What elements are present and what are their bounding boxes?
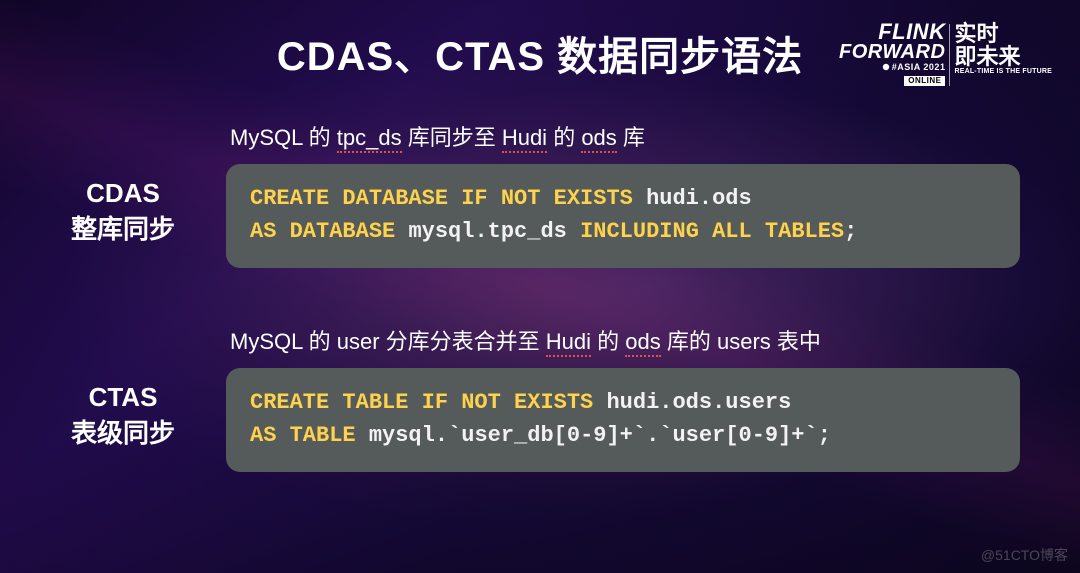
- code-punct: ;: [818, 423, 831, 448]
- main-ctas: MySQL 的 user 分库分表合并至 Hudi 的 ods 库的 users…: [226, 324, 1020, 472]
- code-keyword: AS TABLE: [250, 423, 356, 448]
- code-keyword: AS DATABASE: [250, 219, 395, 244]
- label-ctas: CTAS 表级同步: [48, 379, 198, 452]
- highlighted-term: tpc_ds: [337, 125, 402, 153]
- main-cdas: MySQL 的 tpc_ds 库同步至 Hudi 的 ods 库 CREATE …: [226, 120, 1020, 268]
- codebox-cdas: CREATE DATABASE IF NOT EXISTS hudi.ods A…: [226, 164, 1020, 268]
- code-identifier: [356, 423, 369, 448]
- logo-subtitle: REAL-TIME IS THE FUTURE: [954, 68, 1052, 75]
- logo-online-badge: ONLINE: [904, 76, 945, 86]
- code-identifier: [567, 219, 580, 244]
- label-cdas: CDAS 整库同步: [48, 175, 198, 248]
- logo-left: FLINK FORWARD #ASIA 2021 ONLINE: [839, 22, 945, 87]
- code-identifier: hudi.ods.users: [606, 390, 791, 415]
- code-identifier: [395, 219, 408, 244]
- content-area: CDAS 整库同步 MySQL 的 tpc_ds 库同步至 Hudi 的 ods…: [0, 120, 1080, 528]
- section-ctas: CTAS 表级同步 MySQL 的 user 分库分表合并至 Hudi 的 od…: [48, 324, 1020, 472]
- code-punct: ;: [844, 219, 857, 244]
- logo-cn-line2: 即未来: [954, 45, 1052, 68]
- codebox-ctas: CREATE TABLE IF NOT EXISTS hudi.ods.user…: [226, 368, 1020, 472]
- slide-title: CDAS、CTAS 数据同步语法: [277, 24, 803, 82]
- logo-right: 实时 即未来 REAL-TIME IS THE FUTURE: [954, 22, 1052, 76]
- code-identifier: [633, 186, 646, 211]
- code-identifier: [593, 390, 606, 415]
- desc-ctas: MySQL 的 user 分库分表合并至 Hudi 的 ods 库的 users…: [230, 324, 1020, 356]
- logo-line1: FLINK: [839, 22, 945, 43]
- watermark: @51CTO博客: [981, 545, 1068, 565]
- desc-cdas: MySQL 的 tpc_ds 库同步至 Hudi 的 ods 库: [230, 120, 1020, 152]
- label-cdas-line2: 整库同步: [48, 211, 198, 247]
- code-keyword: CREATE TABLE IF NOT EXISTS: [250, 390, 593, 415]
- label-ctas-line2: 表级同步: [48, 415, 198, 451]
- logo-asia: #ASIA 2021: [839, 63, 945, 72]
- logo-block: FLINK FORWARD #ASIA 2021 ONLINE 实时 即未来 R…: [839, 22, 1052, 87]
- highlighted-term: ods: [625, 329, 660, 357]
- logo-cn-line1: 实时: [954, 22, 1052, 45]
- highlighted-term: Hudi: [546, 329, 591, 357]
- code-keyword: CREATE DATABASE IF NOT EXISTS: [250, 186, 633, 211]
- squirrel-icon: [882, 63, 890, 71]
- code-identifier: mysql.tpc_ds: [408, 219, 566, 244]
- code-keyword: INCLUDING ALL TABLES: [580, 219, 844, 244]
- code-identifier: mysql.`user_db[0-9]+`.`user[0-9]+`: [369, 423, 818, 448]
- label-cdas-line1: CDAS: [48, 175, 198, 211]
- logo-separator: [949, 24, 950, 86]
- logo-line2: FORWARD: [839, 43, 945, 62]
- label-ctas-line1: CTAS: [48, 379, 198, 415]
- highlighted-term: Hudi: [502, 125, 547, 153]
- code-identifier: hudi.ods: [646, 186, 752, 211]
- highlighted-term: ods: [581, 125, 616, 153]
- section-cdas: CDAS 整库同步 MySQL 的 tpc_ds 库同步至 Hudi 的 ods…: [48, 120, 1020, 268]
